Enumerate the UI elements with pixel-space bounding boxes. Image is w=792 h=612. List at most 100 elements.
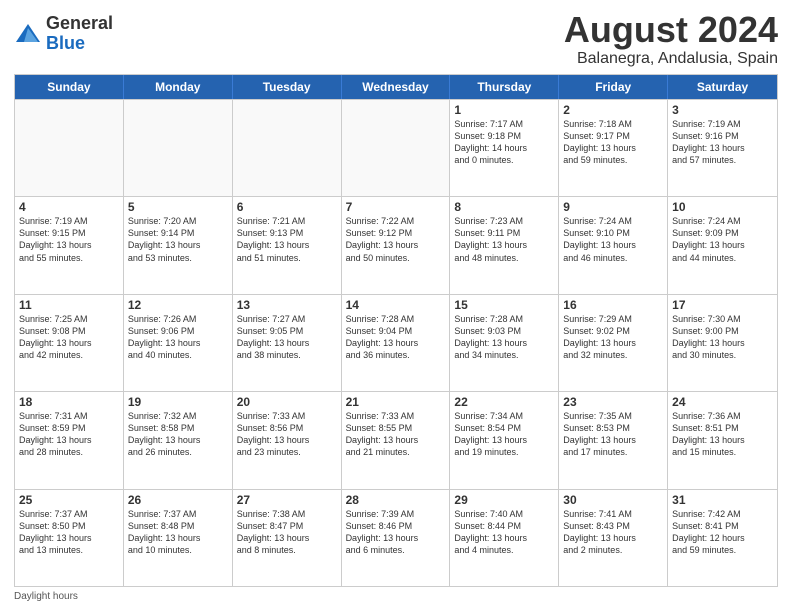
cell-info: Sunrise: 7:19 AM Sunset: 9:16 PM Dayligh… [672, 118, 773, 167]
cell-info: Sunrise: 7:21 AM Sunset: 9:13 PM Dayligh… [237, 215, 337, 264]
day-number: 15 [454, 298, 554, 312]
calendar-cell: 10Sunrise: 7:24 AM Sunset: 9:09 PM Dayli… [668, 197, 777, 293]
day-number: 29 [454, 493, 554, 507]
day-number: 31 [672, 493, 773, 507]
calendar-cell [342, 100, 451, 196]
cell-info: Sunrise: 7:36 AM Sunset: 8:51 PM Dayligh… [672, 410, 773, 459]
calendar-cell: 14Sunrise: 7:28 AM Sunset: 9:04 PM Dayli… [342, 295, 451, 391]
calendar-cell: 20Sunrise: 7:33 AM Sunset: 8:56 PM Dayli… [233, 392, 342, 488]
calendar-cell: 5Sunrise: 7:20 AM Sunset: 9:14 PM Daylig… [124, 197, 233, 293]
logo-icon [14, 20, 42, 48]
calendar-day-header: Saturday [668, 75, 777, 99]
day-number: 30 [563, 493, 663, 507]
cell-info: Sunrise: 7:20 AM Sunset: 9:14 PM Dayligh… [128, 215, 228, 264]
calendar-cell: 27Sunrise: 7:38 AM Sunset: 8:47 PM Dayli… [233, 490, 342, 586]
calendar-row: 4Sunrise: 7:19 AM Sunset: 9:15 PM Daylig… [15, 196, 777, 293]
cell-info: Sunrise: 7:22 AM Sunset: 9:12 PM Dayligh… [346, 215, 446, 264]
day-number: 1 [454, 103, 554, 117]
cell-info: Sunrise: 7:34 AM Sunset: 8:54 PM Dayligh… [454, 410, 554, 459]
cell-info: Sunrise: 7:28 AM Sunset: 9:04 PM Dayligh… [346, 313, 446, 362]
cell-info: Sunrise: 7:41 AM Sunset: 8:43 PM Dayligh… [563, 508, 663, 557]
day-number: 28 [346, 493, 446, 507]
cell-info: Sunrise: 7:25 AM Sunset: 9:08 PM Dayligh… [19, 313, 119, 362]
calendar-cell: 25Sunrise: 7:37 AM Sunset: 8:50 PM Dayli… [15, 490, 124, 586]
cell-info: Sunrise: 7:23 AM Sunset: 9:11 PM Dayligh… [454, 215, 554, 264]
cell-info: Sunrise: 7:40 AM Sunset: 8:44 PM Dayligh… [454, 508, 554, 557]
calendar-cell: 28Sunrise: 7:39 AM Sunset: 8:46 PM Dayli… [342, 490, 451, 586]
day-number: 20 [237, 395, 337, 409]
calendar-cell: 12Sunrise: 7:26 AM Sunset: 9:06 PM Dayli… [124, 295, 233, 391]
calendar-cell: 7Sunrise: 7:22 AM Sunset: 9:12 PM Daylig… [342, 197, 451, 293]
cell-info: Sunrise: 7:37 AM Sunset: 8:48 PM Dayligh… [128, 508, 228, 557]
calendar-cell: 29Sunrise: 7:40 AM Sunset: 8:44 PM Dayli… [450, 490, 559, 586]
cell-info: Sunrise: 7:30 AM Sunset: 9:00 PM Dayligh… [672, 313, 773, 362]
calendar-row: 18Sunrise: 7:31 AM Sunset: 8:59 PM Dayli… [15, 391, 777, 488]
calendar-day-header: Wednesday [342, 75, 451, 99]
day-number: 10 [672, 200, 773, 214]
day-number: 19 [128, 395, 228, 409]
calendar-cell: 15Sunrise: 7:28 AM Sunset: 9:03 PM Dayli… [450, 295, 559, 391]
day-number: 25 [19, 493, 119, 507]
day-number: 9 [563, 200, 663, 214]
day-number: 2 [563, 103, 663, 117]
cell-info: Sunrise: 7:32 AM Sunset: 8:58 PM Dayligh… [128, 410, 228, 459]
calendar-cell: 4Sunrise: 7:19 AM Sunset: 9:15 PM Daylig… [15, 197, 124, 293]
day-number: 14 [346, 298, 446, 312]
day-number: 24 [672, 395, 773, 409]
logo-general: General [46, 14, 113, 34]
cell-info: Sunrise: 7:33 AM Sunset: 8:56 PM Dayligh… [237, 410, 337, 459]
day-number: 21 [346, 395, 446, 409]
day-number: 3 [672, 103, 773, 117]
calendar-cell: 19Sunrise: 7:32 AM Sunset: 8:58 PM Dayli… [124, 392, 233, 488]
calendar-cell [233, 100, 342, 196]
day-number: 23 [563, 395, 663, 409]
calendar-cell: 16Sunrise: 7:29 AM Sunset: 9:02 PM Dayli… [559, 295, 668, 391]
day-number: 27 [237, 493, 337, 507]
cell-info: Sunrise: 7:28 AM Sunset: 9:03 PM Dayligh… [454, 313, 554, 362]
day-number: 5 [128, 200, 228, 214]
calendar-row: 25Sunrise: 7:37 AM Sunset: 8:50 PM Dayli… [15, 489, 777, 586]
cell-info: Sunrise: 7:33 AM Sunset: 8:55 PM Dayligh… [346, 410, 446, 459]
cell-info: Sunrise: 7:26 AM Sunset: 9:06 PM Dayligh… [128, 313, 228, 362]
cell-info: Sunrise: 7:24 AM Sunset: 9:10 PM Dayligh… [563, 215, 663, 264]
footer-note: Daylight hours [14, 591, 778, 602]
calendar-cell: 8Sunrise: 7:23 AM Sunset: 9:11 PM Daylig… [450, 197, 559, 293]
calendar-cell: 30Sunrise: 7:41 AM Sunset: 8:43 PM Dayli… [559, 490, 668, 586]
cell-info: Sunrise: 7:31 AM Sunset: 8:59 PM Dayligh… [19, 410, 119, 459]
calendar-cell: 23Sunrise: 7:35 AM Sunset: 8:53 PM Dayli… [559, 392, 668, 488]
day-number: 18 [19, 395, 119, 409]
title-block: August 2024 Balanegra, Andalusia, Spain [564, 10, 778, 68]
day-number: 16 [563, 298, 663, 312]
main-title: August 2024 [564, 10, 778, 50]
calendar-row: 11Sunrise: 7:25 AM Sunset: 9:08 PM Dayli… [15, 294, 777, 391]
cell-info: Sunrise: 7:17 AM Sunset: 9:18 PM Dayligh… [454, 118, 554, 167]
cell-info: Sunrise: 7:27 AM Sunset: 9:05 PM Dayligh… [237, 313, 337, 362]
calendar-cell: 17Sunrise: 7:30 AM Sunset: 9:00 PM Dayli… [668, 295, 777, 391]
day-number: 17 [672, 298, 773, 312]
cell-info: Sunrise: 7:29 AM Sunset: 9:02 PM Dayligh… [563, 313, 663, 362]
calendar-cell: 24Sunrise: 7:36 AM Sunset: 8:51 PM Dayli… [668, 392, 777, 488]
calendar-day-header: Friday [559, 75, 668, 99]
calendar-cell: 21Sunrise: 7:33 AM Sunset: 8:55 PM Dayli… [342, 392, 451, 488]
day-number: 26 [128, 493, 228, 507]
calendar-cell: 22Sunrise: 7:34 AM Sunset: 8:54 PM Dayli… [450, 392, 559, 488]
calendar-cell [15, 100, 124, 196]
calendar-cell: 13Sunrise: 7:27 AM Sunset: 9:05 PM Dayli… [233, 295, 342, 391]
calendar-body: 1Sunrise: 7:17 AM Sunset: 9:18 PM Daylig… [15, 99, 777, 586]
cell-info: Sunrise: 7:42 AM Sunset: 8:41 PM Dayligh… [672, 508, 773, 557]
calendar-day-header: Tuesday [233, 75, 342, 99]
day-number: 8 [454, 200, 554, 214]
header: General Blue August 2024 Balanegra, Anda… [14, 10, 778, 68]
calendar: SundayMondayTuesdayWednesdayThursdayFrid… [14, 74, 778, 587]
day-number: 22 [454, 395, 554, 409]
day-number: 11 [19, 298, 119, 312]
calendar-cell: 3Sunrise: 7:19 AM Sunset: 9:16 PM Daylig… [668, 100, 777, 196]
calendar-cell: 11Sunrise: 7:25 AM Sunset: 9:08 PM Dayli… [15, 295, 124, 391]
logo-blue: Blue [46, 34, 113, 54]
calendar-row: 1Sunrise: 7:17 AM Sunset: 9:18 PM Daylig… [15, 99, 777, 196]
calendar-day-header: Thursday [450, 75, 559, 99]
day-number: 12 [128, 298, 228, 312]
cell-info: Sunrise: 7:24 AM Sunset: 9:09 PM Dayligh… [672, 215, 773, 264]
calendar-cell: 2Sunrise: 7:18 AM Sunset: 9:17 PM Daylig… [559, 100, 668, 196]
cell-info: Sunrise: 7:35 AM Sunset: 8:53 PM Dayligh… [563, 410, 663, 459]
